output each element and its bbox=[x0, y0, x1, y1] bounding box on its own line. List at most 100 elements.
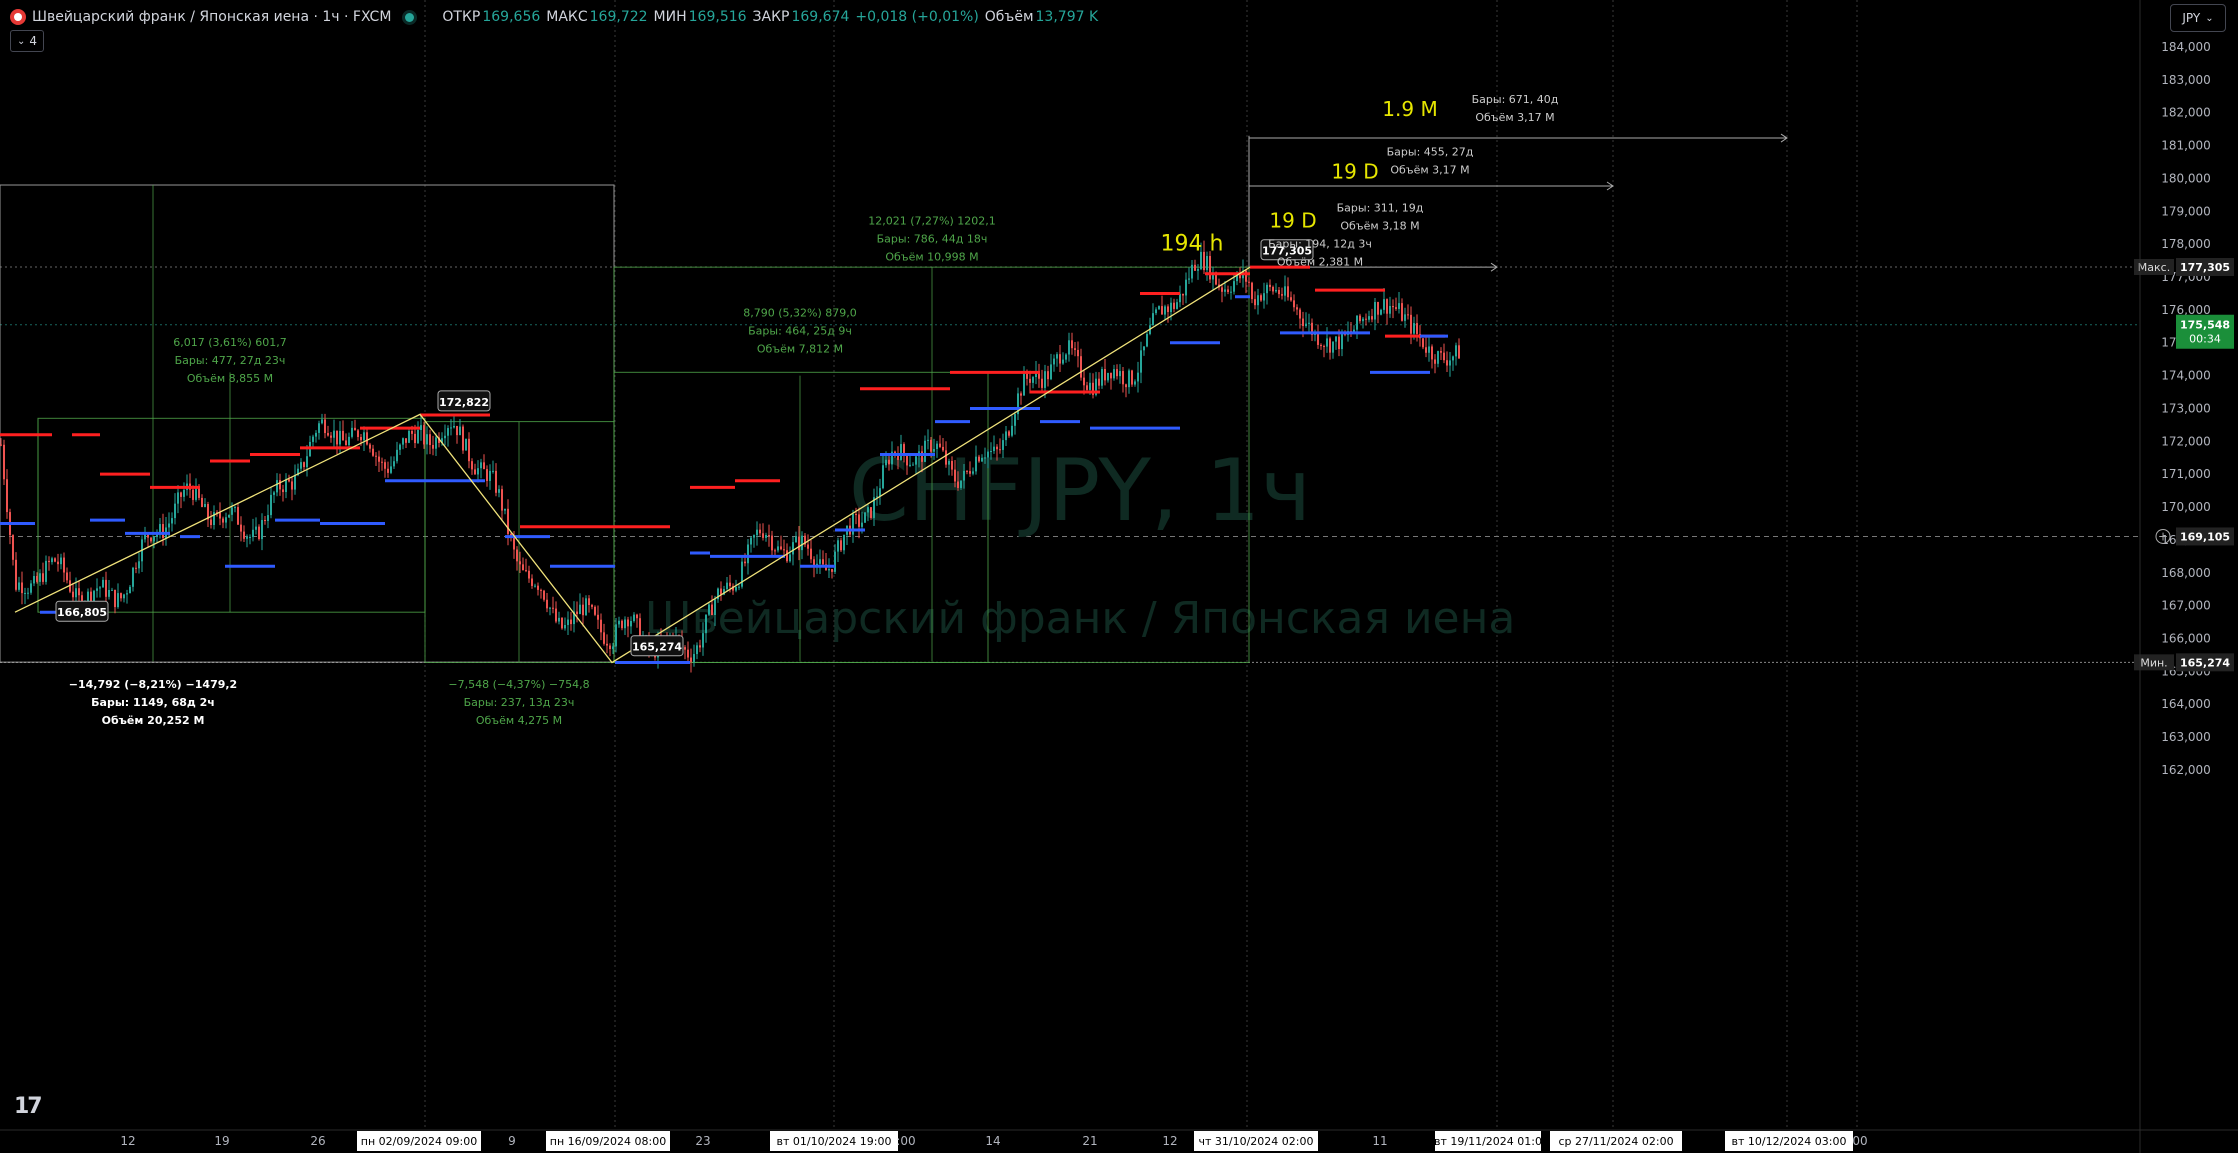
candle-body bbox=[1395, 307, 1397, 309]
candle-body bbox=[1077, 349, 1079, 357]
measurement-label: Бары: 671, 40д bbox=[1472, 93, 1559, 106]
candle-body bbox=[342, 430, 344, 441]
chevron-down-icon: ⌄ bbox=[17, 35, 26, 47]
candle-body bbox=[63, 557, 65, 573]
candle-body bbox=[303, 462, 305, 468]
price-chart[interactable]: 162,000163,000164,000165,000166,000167,0… bbox=[0, 0, 2238, 1153]
candle-body bbox=[1416, 323, 1418, 334]
candle-body bbox=[747, 544, 749, 564]
candle-body bbox=[687, 649, 689, 658]
candle-body bbox=[963, 470, 965, 481]
candle-body bbox=[768, 535, 770, 537]
candle-body bbox=[522, 564, 524, 571]
candle-body bbox=[1458, 345, 1460, 359]
candle-body bbox=[1449, 360, 1451, 366]
swing-label: 165,274 bbox=[632, 641, 682, 654]
candle-body bbox=[1368, 316, 1370, 320]
candle-body bbox=[60, 557, 62, 565]
candle-body bbox=[585, 598, 587, 616]
candle-body bbox=[933, 449, 935, 452]
symbol-title[interactable]: Швейцарский франк / Японская иена · 1ч ·… bbox=[32, 9, 391, 25]
candle-body bbox=[1425, 347, 1427, 353]
candle-body bbox=[1335, 336, 1337, 342]
candle-body bbox=[1173, 302, 1175, 309]
candle-body bbox=[1101, 368, 1103, 386]
chart-background bbox=[0, 0, 2238, 1153]
candle-body bbox=[1098, 378, 1100, 386]
candle-body bbox=[603, 632, 605, 644]
candle-body bbox=[30, 583, 32, 593]
candle-body bbox=[1251, 282, 1253, 300]
candle-body bbox=[507, 508, 509, 534]
candle-body bbox=[1380, 309, 1382, 315]
candle-body bbox=[1056, 354, 1058, 359]
candle-body bbox=[1404, 314, 1406, 321]
candle-body bbox=[381, 461, 383, 463]
measurement-label: Объём 8,855 M bbox=[187, 372, 273, 385]
candle-body bbox=[219, 512, 221, 519]
candle-body bbox=[984, 457, 986, 459]
measurement-label: Бары: 311, 19д bbox=[1337, 201, 1424, 214]
high-label: МАКС bbox=[546, 9, 588, 25]
candle-body bbox=[912, 464, 914, 466]
candle-body bbox=[336, 430, 338, 445]
candle-body bbox=[291, 481, 293, 490]
min-price-tag-label: Мин. bbox=[2140, 656, 2167, 669]
candle-body bbox=[1446, 360, 1448, 366]
candle-body bbox=[42, 573, 44, 582]
candle-body bbox=[1284, 286, 1286, 296]
candle-body bbox=[417, 429, 419, 444]
candle-body bbox=[102, 579, 104, 588]
candle-body bbox=[1278, 289, 1280, 295]
candle-body bbox=[258, 526, 260, 540]
candle-body bbox=[879, 488, 881, 497]
candle-body bbox=[981, 457, 983, 462]
candle-body bbox=[861, 522, 863, 527]
candle-body bbox=[843, 534, 845, 551]
high-value: 169,722 bbox=[589, 9, 648, 25]
currency-button[interactable]: JPY ⌄ bbox=[2170, 4, 2226, 32]
candle-body bbox=[240, 524, 242, 532]
candle-body bbox=[726, 582, 728, 590]
measurement-label: Бары: 464, 25д 9ч bbox=[748, 324, 852, 337]
time-axis-label: пн 02/09/2024 09:00 bbox=[361, 1135, 477, 1148]
candle-body bbox=[708, 604, 710, 615]
candle-body bbox=[945, 450, 947, 465]
candle-body bbox=[1029, 378, 1031, 383]
candle-body bbox=[222, 518, 224, 523]
candle-body bbox=[99, 587, 101, 589]
candle-body bbox=[1401, 303, 1403, 321]
candle-body bbox=[1332, 341, 1334, 353]
candle-body bbox=[1137, 372, 1139, 382]
candle-body bbox=[567, 619, 569, 626]
price-axis-tick: 167,000 bbox=[2161, 599, 2211, 613]
candle-body bbox=[333, 430, 335, 438]
candle-body bbox=[1023, 373, 1025, 396]
candle-body bbox=[72, 591, 74, 598]
candle-body bbox=[45, 560, 47, 582]
candle-body bbox=[1206, 255, 1208, 271]
candle-body bbox=[789, 554, 791, 562]
indicators-toggle[interactable]: ⌄ 4 bbox=[10, 30, 45, 52]
candle-body bbox=[252, 529, 254, 537]
candle-body bbox=[1437, 351, 1439, 364]
candle-body bbox=[1044, 371, 1046, 388]
candle-body bbox=[798, 536, 800, 551]
candle-body bbox=[366, 432, 368, 445]
tradingview-logo-icon[interactable]: 17 bbox=[14, 1094, 43, 1119]
candle-body bbox=[1140, 350, 1142, 373]
candle-body bbox=[48, 560, 50, 563]
candle-body bbox=[696, 645, 698, 655]
candle-body bbox=[1398, 303, 1400, 309]
candle-body bbox=[180, 492, 182, 497]
candle-body bbox=[738, 586, 740, 588]
candle-body bbox=[171, 518, 173, 524]
candle-body bbox=[168, 523, 170, 528]
candle-body bbox=[1104, 368, 1106, 381]
candle-body bbox=[390, 466, 392, 473]
candle-body bbox=[1302, 318, 1304, 327]
candle-body bbox=[1431, 346, 1433, 360]
measurement-label: Бары: 786, 44д 18ч bbox=[877, 232, 988, 245]
candle-body bbox=[951, 460, 953, 470]
time-axis-fragment: 12 bbox=[1162, 1134, 1177, 1148]
